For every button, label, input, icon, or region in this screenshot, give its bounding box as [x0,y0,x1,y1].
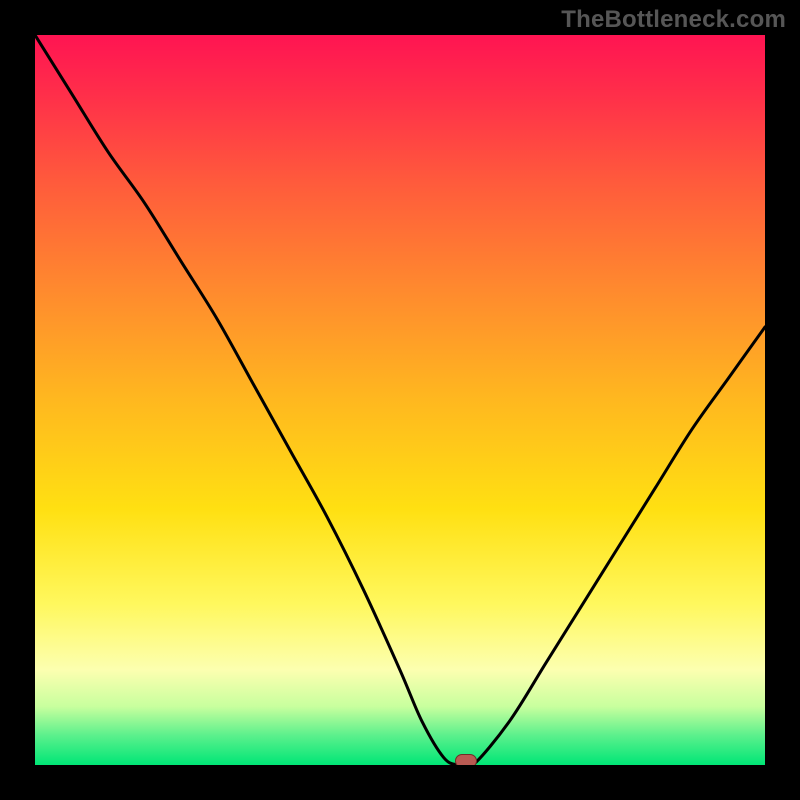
optimal-marker [455,754,477,765]
chart-frame: TheBottleneck.com [0,0,800,800]
curve-svg [35,35,765,765]
bottleneck-curve [35,35,765,765]
plot-area [35,35,765,765]
watermark-text: TheBottleneck.com [561,6,786,34]
